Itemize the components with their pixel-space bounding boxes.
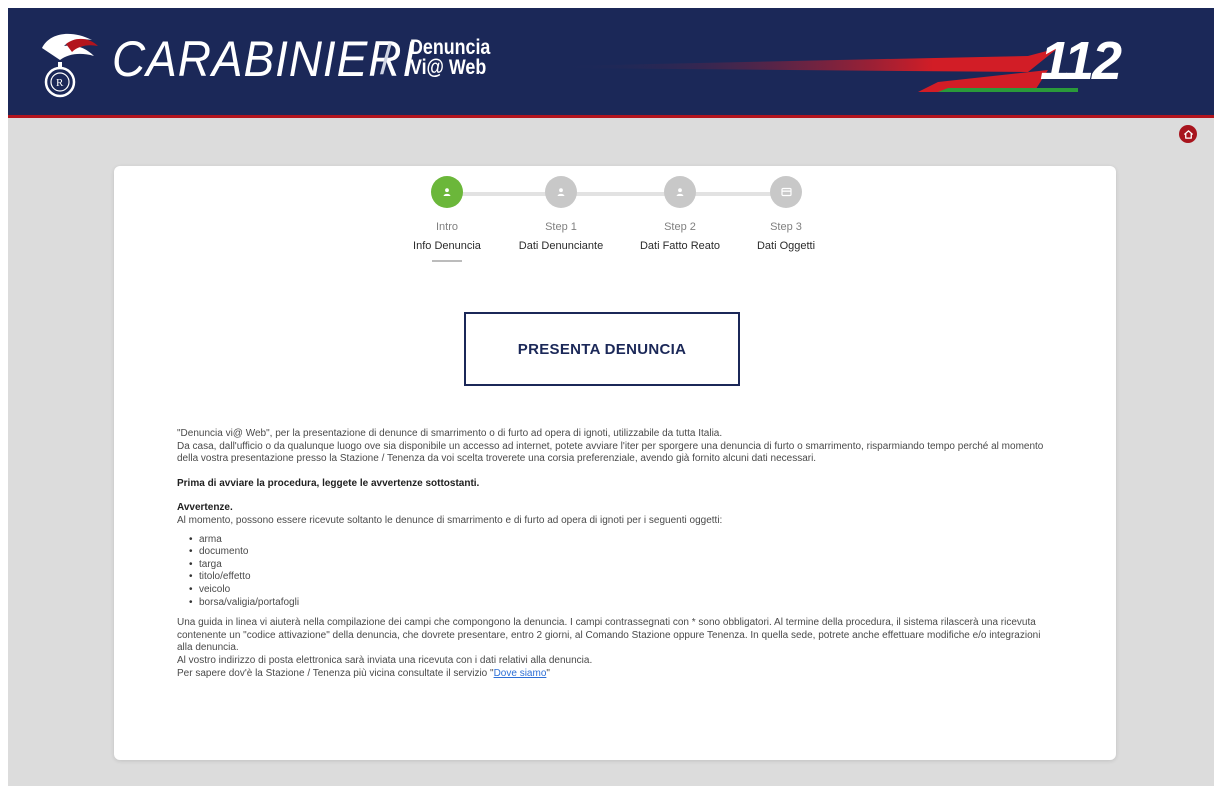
card-icon [780,187,792,197]
step-intro-subtitle: Info Denuncia [413,240,481,252]
step-1[interactable]: Step 1 Dati Denunciante [496,176,626,252]
step-1-subtitle: Dati Denunciante [518,240,604,252]
user-icon [443,188,451,196]
site-header: R CARABINIERI / Denuncia Vi@ Web 112 [8,8,1214,118]
svg-text:R: R [56,77,64,89]
emergency-number-logo: 112 [1040,31,1122,91]
carabinieri-flame-logo-icon[interactable]: R [32,26,102,106]
user-icon [557,188,565,196]
user-icon [676,188,684,196]
step-3-subtitle: Dati Oggetti [756,240,816,252]
brand-separator: / [380,36,392,83]
presenta-denuncia-button[interactable]: PRESENTA DENUNCIA [464,312,740,386]
intro-text: "Denuncia vi@ Web", per la presentazione… [177,428,1057,680]
step-3-label: Step 3 [770,221,802,233]
dove-siamo-quote-close: " [546,667,550,679]
dove-siamo-prefix: Per sapere dov'è la Stazione / Tenenza p… [177,667,491,679]
dove-siamo-link[interactable]: Dove siamo [494,668,547,679]
main-card: Intro Info Denuncia Step 1 Dati Denuncia… [114,166,1116,760]
step-3-circle [770,176,802,208]
list-item: arma [189,534,1057,547]
step-3[interactable]: Step 3 Dati Oggetti [721,176,851,252]
list-item: veicolo [189,584,1057,597]
step-1-label: Step 1 [545,221,577,233]
email-paragraph: Al vostro indirizzo di posta elettronica… [177,654,593,666]
brand-name: CARABINIERI [112,31,417,87]
step-1-circle [545,176,577,208]
warning-heading: Prima di avviare la procedura, leggete l… [177,477,480,489]
home-icon [1183,129,1193,139]
service-name: Denuncia Vi@ Web [410,36,491,79]
list-item: targa [189,559,1057,572]
objects-list: arma documento targa titolo/effetto veic… [177,534,1057,610]
step-intro-circle [431,176,463,208]
intro-paragraph-1: "Denuncia vi@ Web", per la presentazione… [177,428,723,439]
tricolor-stripe-decoration [558,48,1078,92]
list-item: borsa/valigia/portafogli [189,597,1057,610]
step-intro[interactable]: Intro Info Denuncia [382,176,512,262]
step-active-underline [432,260,462,262]
avvertenze-title: Avvertenze. [177,502,233,514]
home-button[interactable] [1179,125,1197,143]
step-intro-label: Intro [435,221,458,233]
service-name-line1: Denuncia [410,36,491,59]
dove-siamo-paragraph: Per sapere dov'è la Stazione / Tenenza p… [177,668,1057,681]
guide-paragraph: Una guida in linea vi aiuterà nella comp… [177,617,1041,654]
avvertenze-text: Al momento, possono essere ricevute solt… [177,514,723,526]
list-item: titolo/effetto [189,571,1057,584]
list-item: documento [189,546,1057,559]
intro-paragraph-2: Da casa, dall'ufficio o da qualunque luo… [177,440,1044,465]
service-name-line2: Vi@ Web [410,56,487,79]
step-2-circle [664,176,696,208]
